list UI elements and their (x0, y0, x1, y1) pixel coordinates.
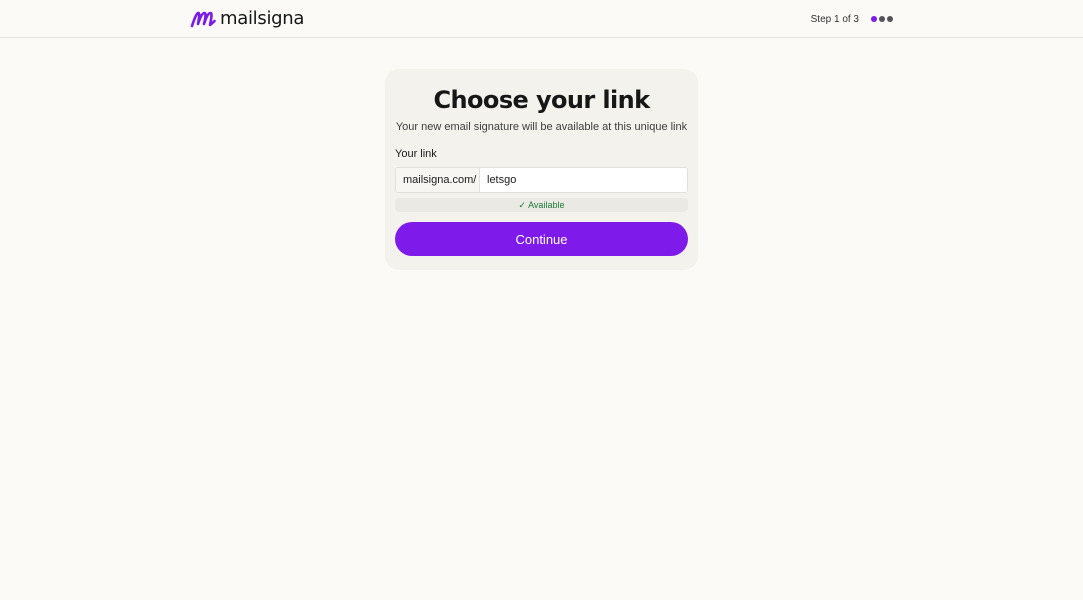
step-dot-2 (879, 16, 885, 22)
brand-name: mailsigna (220, 8, 305, 29)
link-field-label: Your link (395, 148, 437, 160)
choose-link-card: Choose your link Your new email signatur… (385, 69, 698, 270)
link-prefix: mailsigna.com/ (396, 168, 480, 192)
link-field: mailsigna.com/ (395, 167, 688, 193)
availability-text: Available (528, 200, 565, 210)
step-dot-3 (887, 16, 893, 22)
check-icon: ✓ (518, 200, 527, 210)
page-subtitle: Your new email signature will be availab… (395, 121, 688, 133)
brand-logo[interactable]: mailsigna (190, 8, 304, 30)
step-text: Step 1 of 3 (810, 13, 859, 25)
availability-status: ✓ Available (395, 198, 688, 212)
continue-button[interactable]: Continue (395, 222, 688, 256)
step-indicator: Step 1 of 3 (811, 11, 893, 27)
mailsigna-logo-icon (190, 9, 216, 29)
page-title: Choose your link (433, 86, 651, 114)
link-slug-input[interactable] (480, 168, 687, 192)
step-dot-1 (871, 16, 877, 22)
top-bar: mailsigna Step 1 of 3 (0, 0, 1083, 38)
